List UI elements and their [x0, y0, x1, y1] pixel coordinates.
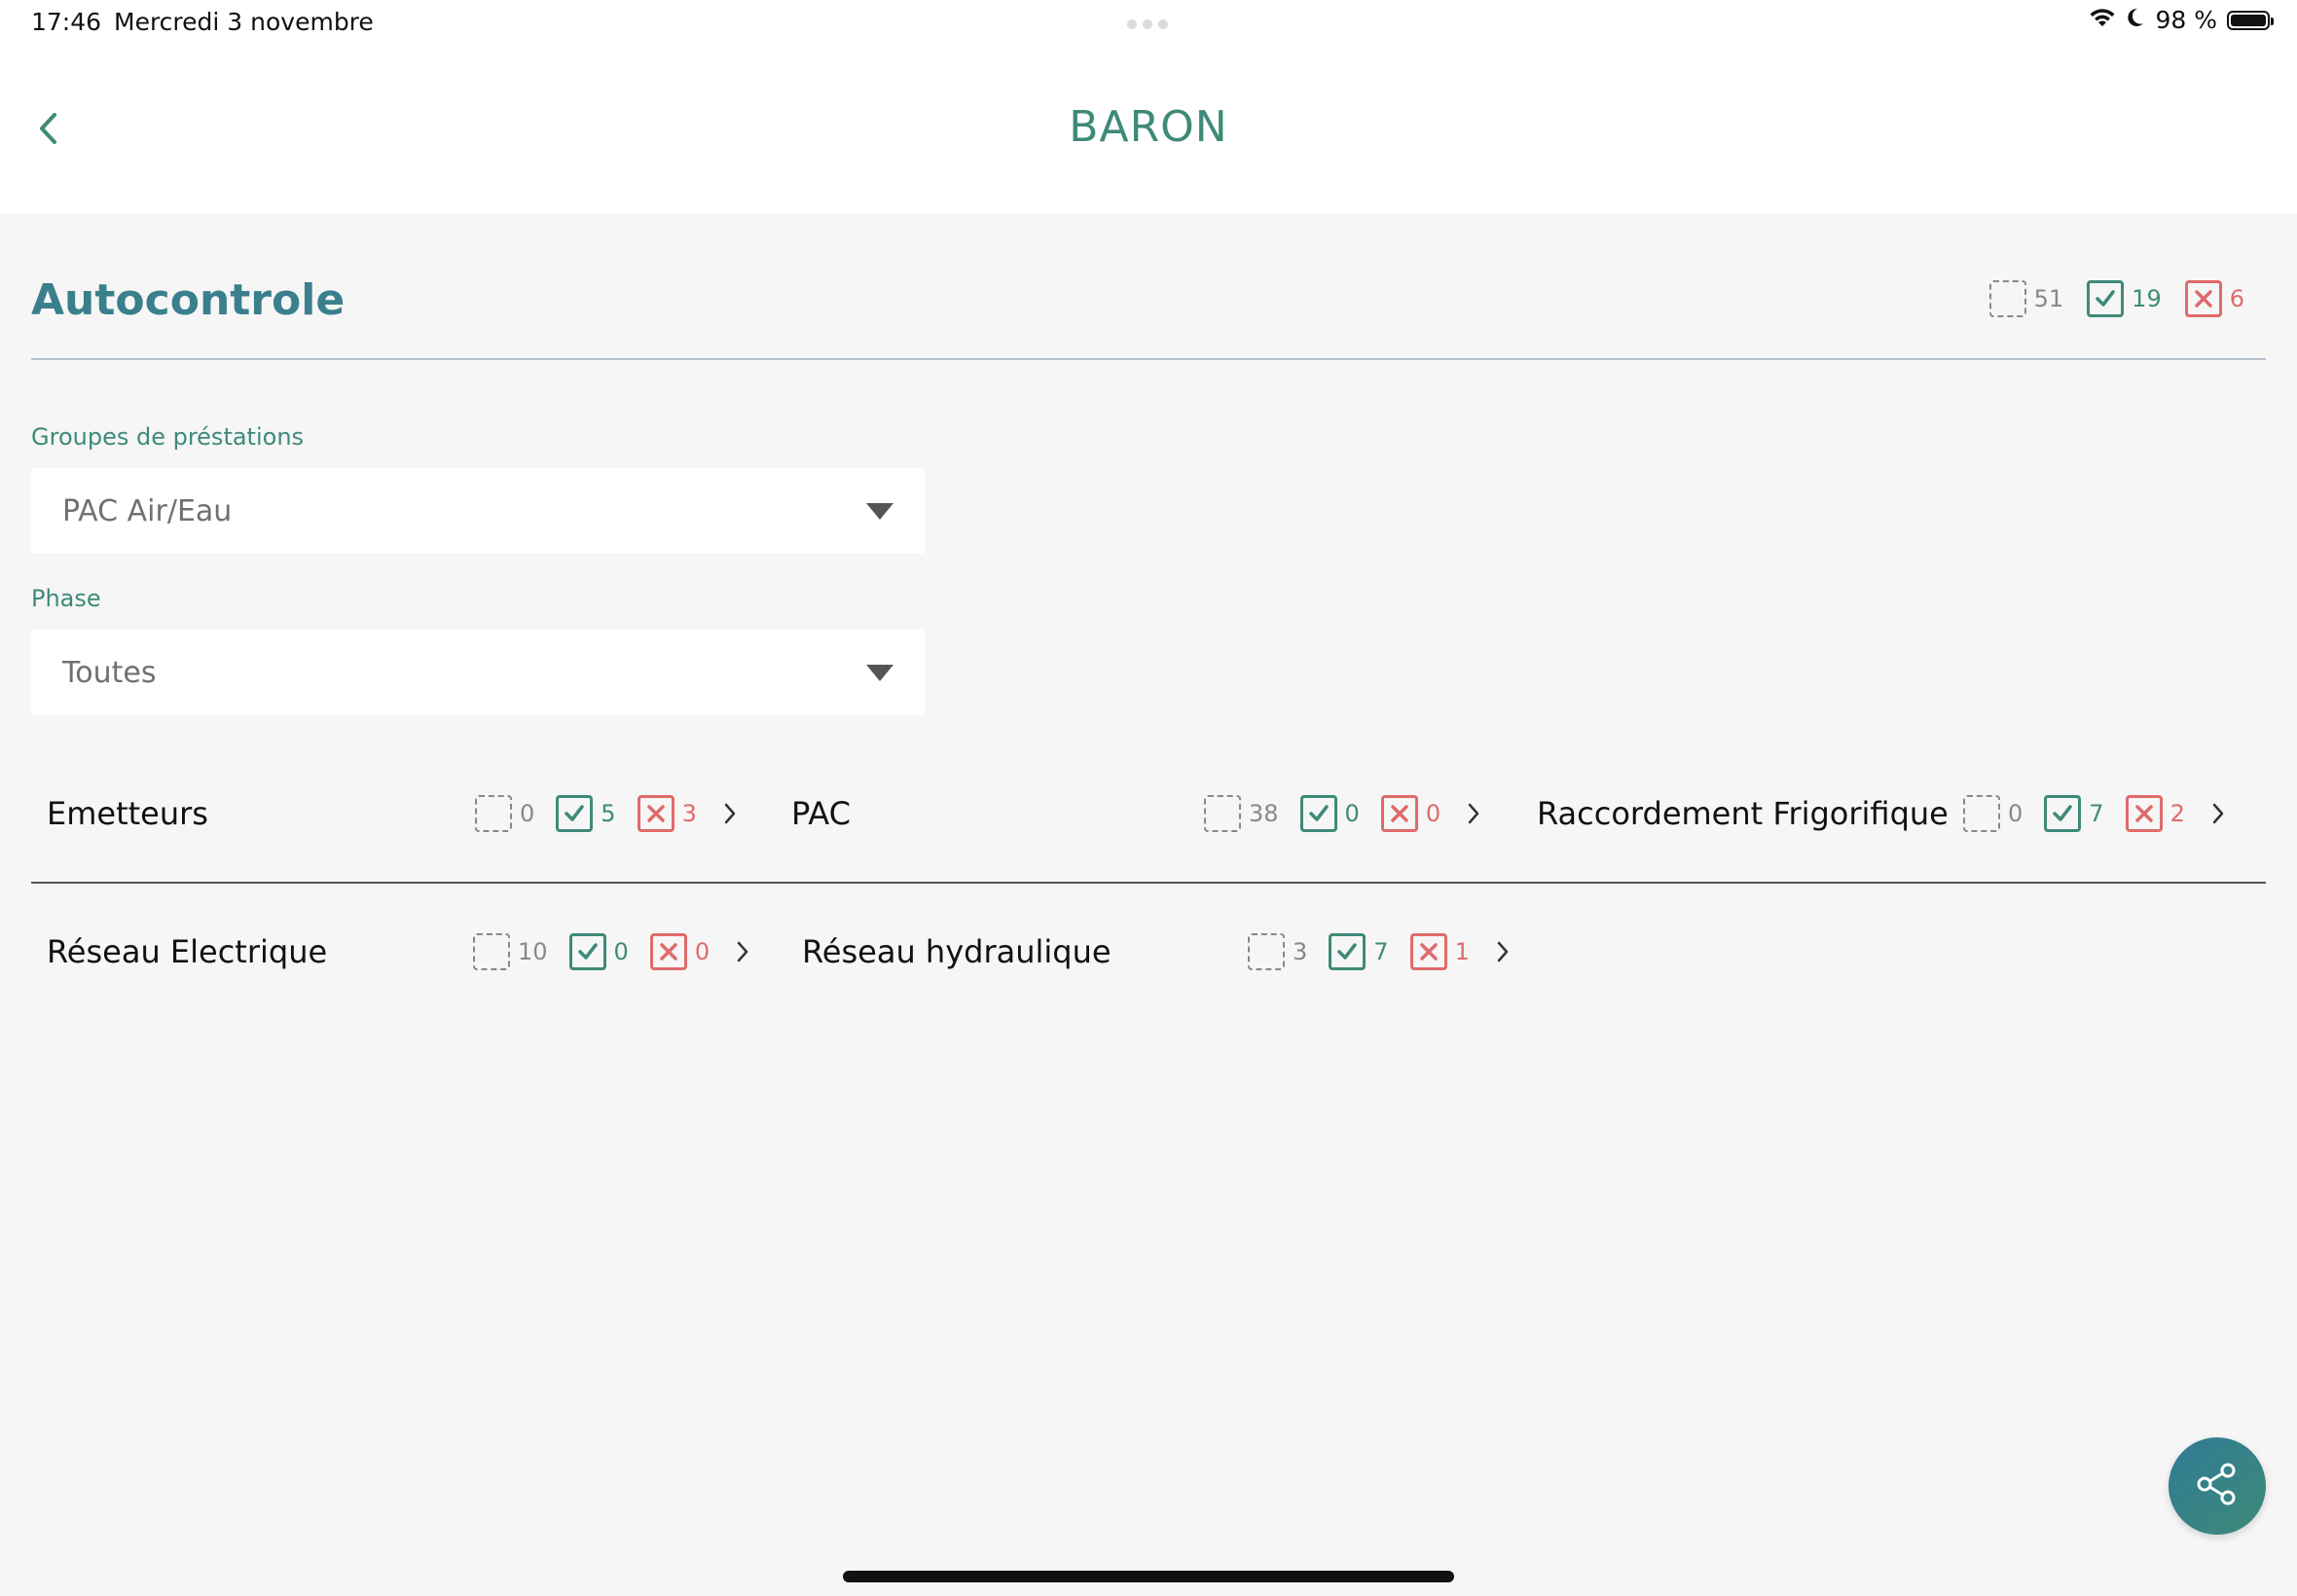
- page-title: BARON: [1069, 102, 1228, 152]
- phase-select[interactable]: Toutes: [31, 630, 925, 715]
- category-raccordement-frigorifique[interactable]: Raccordement Frigorifique 0 7 2: [1537, 785, 2257, 844]
- category-name: Réseau hydraulique: [802, 933, 1112, 970]
- chevron-right-icon: [718, 796, 742, 831]
- battery-percent: 98 %: [2155, 6, 2217, 34]
- checkmark-box-icon: [2044, 795, 2082, 832]
- caret-down-icon: [866, 502, 893, 520]
- battery-icon: [2227, 10, 2274, 30]
- home-indicator[interactable]: [843, 1571, 1454, 1582]
- chevron-right-icon: [1491, 934, 1514, 969]
- phase-select-value: Toutes: [62, 655, 157, 690]
- cross-box-icon: [2125, 795, 2163, 832]
- pending-box-icon: [1988, 280, 2026, 317]
- category-name: Réseau Electrique: [47, 933, 328, 970]
- group-select-value: PAC Air/Eau: [62, 493, 233, 528]
- checkmark-box-icon: [2087, 280, 2125, 317]
- cross-box-icon: [637, 795, 675, 832]
- category-counters: 3 7 1: [1248, 933, 1514, 970]
- status-date: Mercredi 3 novembre: [114, 8, 374, 36]
- phase-label: Phase: [31, 585, 101, 612]
- group-select[interactable]: PAC Air/Eau: [31, 468, 925, 554]
- category-counters: 10 0 0: [473, 933, 754, 970]
- category-name: Emetteurs: [47, 795, 208, 832]
- moon-icon: [2126, 6, 2145, 34]
- checkmark-box-icon: [1299, 795, 1337, 832]
- category-counters: 0 5 3: [475, 795, 742, 832]
- row-divider: [31, 882, 2266, 884]
- chevron-right-icon: [731, 934, 754, 969]
- multitasking-dots[interactable]: [1127, 19, 1168, 29]
- section-title: Autocontrole: [31, 275, 346, 325]
- wifi-icon: [2089, 6, 2116, 34]
- summary-counters: 51 19 6: [1988, 280, 2244, 317]
- chevron-right-icon: [1462, 796, 1485, 831]
- category-name: Raccordement Frigorifique: [1537, 795, 1949, 832]
- top-bar: 17:46 Mercredi 3 novembre 98 % BARON: [0, 0, 2297, 213]
- status-time: 17:46: [31, 8, 102, 36]
- checkmark-box-icon: [1329, 933, 1367, 970]
- cross-box-icon: [1409, 933, 1447, 970]
- pending-box-icon: [1248, 933, 1285, 970]
- category-pac[interactable]: PAC 38 0 0: [791, 785, 1512, 844]
- pending-box-icon: [1963, 795, 2000, 832]
- chevron-right-icon: [2206, 796, 2230, 831]
- share-icon: [2195, 1462, 2240, 1510]
- checkmark-box-icon: [556, 795, 594, 832]
- summary-pending: 51: [1988, 280, 2063, 317]
- cross-box-icon: [1380, 795, 1418, 832]
- category-reseau-hydraulique[interactable]: Réseau hydraulique 3 7 1: [802, 924, 1542, 982]
- category-counters: 38 0 0: [1204, 795, 1485, 832]
- pending-box-icon: [1204, 795, 1241, 832]
- pending-box-icon: [473, 933, 510, 970]
- share-button[interactable]: [2169, 1437, 2266, 1535]
- category-counters: 0 7 2: [1963, 795, 2230, 832]
- category-name: PAC: [791, 795, 851, 832]
- group-label: Groupes de préstations: [31, 423, 305, 451]
- summary-ko: 6: [2184, 280, 2244, 317]
- cross-box-icon: [2184, 280, 2222, 317]
- status-indicators: 98 %: [2089, 6, 2274, 34]
- category-emetteurs[interactable]: Emetteurs 0 5 3: [47, 785, 767, 844]
- checkmark-box-icon: [568, 933, 606, 970]
- pending-box-icon: [475, 795, 512, 832]
- section-divider: [31, 358, 2266, 360]
- cross-box-icon: [649, 933, 687, 970]
- caret-down-icon: [866, 664, 893, 681]
- summary-ok: 19: [2087, 280, 2162, 317]
- category-reseau-electrique[interactable]: Réseau Electrique 10 0 0: [47, 924, 786, 982]
